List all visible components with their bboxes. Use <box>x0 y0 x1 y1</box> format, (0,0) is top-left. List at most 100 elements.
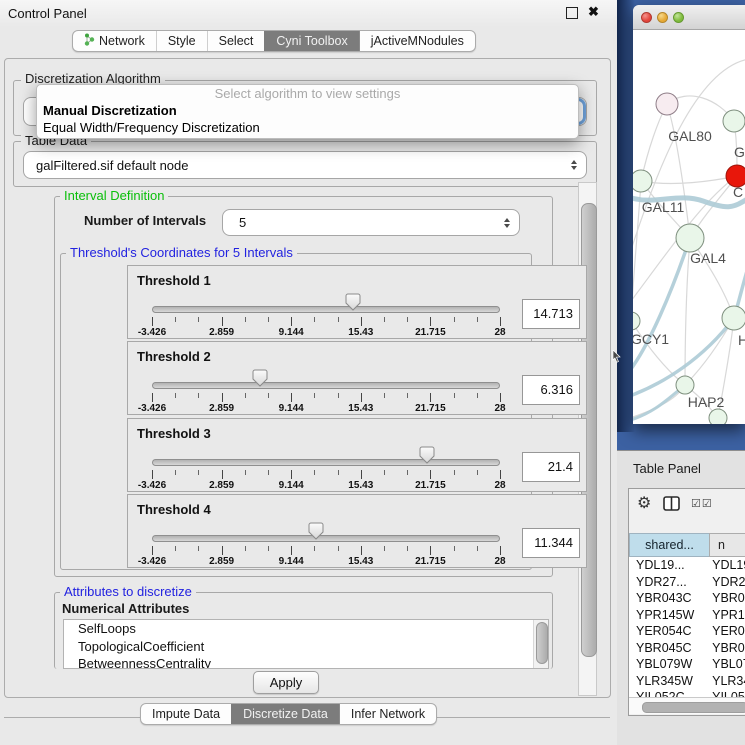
slider-tick <box>430 546 431 555</box>
zoom-traffic-light[interactable] <box>673 12 684 23</box>
attribute-list-item[interactable]: SelfLoops <box>64 620 548 638</box>
threshold-value-field[interactable]: 6.316 <box>522 375 580 405</box>
dropdown-option-equal-width-frequency[interactable]: Equal Width/Frequency Discretization <box>37 119 578 136</box>
scrollbar-thumb[interactable] <box>642 702 745 713</box>
threshold-value-field[interactable]: 14.713 <box>522 299 580 329</box>
slider-tick <box>245 470 246 475</box>
node-label: GCY1 <box>633 331 669 347</box>
slider-thumb[interactable] <box>419 446 435 464</box>
tick-label: 21.715 <box>415 556 446 567</box>
table-row[interactable]: YDR27...YDR27... <box>629 574 745 591</box>
tick-label: 28 <box>494 403 505 414</box>
table-cell: YLR345W <box>707 673 745 690</box>
network-node[interactable] <box>709 409 727 424</box>
slider-tick <box>477 393 478 398</box>
close-traffic-light[interactable] <box>641 12 652 23</box>
slider-tick <box>384 470 385 475</box>
node-label: GAL11 <box>642 199 685 215</box>
split-column-icon[interactable] <box>663 496 680 511</box>
slider-tick <box>291 546 292 555</box>
network-node[interactable] <box>722 306 745 330</box>
slider-tick <box>222 546 223 555</box>
slider-thumb[interactable] <box>345 293 361 311</box>
table-cell: YBR045C <box>707 640 745 657</box>
network-node[interactable] <box>676 376 694 394</box>
network-window-titlebar[interactable] <box>633 5 745 30</box>
slider-track[interactable] <box>152 382 500 389</box>
tick-label: 15.43 <box>348 556 373 567</box>
tick-label: 21.715 <box>415 480 446 491</box>
dropdown-option-manual-discretization[interactable]: Manual Discretization <box>37 102 578 119</box>
scrollbar-thumb[interactable] <box>536 622 548 664</box>
table-horizontal-scrollbar[interactable] <box>629 697 745 714</box>
tick-label: 2.859 <box>209 480 234 491</box>
table-row[interactable]: YER054CYER054C <box>629 623 745 640</box>
panel-title: Control Panel <box>8 6 87 21</box>
table-cell: YER054C <box>629 623 707 640</box>
slider-tick <box>268 317 269 322</box>
network-view-window[interactable]: GAL80 GA GAL11 GAL4 GCY1 H HAP2 C <box>633 5 745 424</box>
table-cell: YBL079W <box>629 656 707 673</box>
table-rows: YDL19...YDL19...YDR27...YDR27...YBR043CY… <box>629 557 745 697</box>
slider-thumb[interactable] <box>252 369 268 387</box>
slider-track[interactable] <box>152 306 500 313</box>
tab-style[interactable]: Style <box>156 31 207 51</box>
tab-jactivemnodules[interactable]: jActiveMNodules <box>359 31 475 51</box>
network-node[interactable] <box>633 170 652 192</box>
node-label: HAP2 <box>688 394 725 410</box>
float-window-icon[interactable] <box>566 7 578 19</box>
slider-thumb[interactable] <box>308 522 324 540</box>
threshold-label: Threshold 3 <box>137 426 211 441</box>
tick-label: 28 <box>494 556 505 567</box>
table-data-combo[interactable]: galFiltered.sif default node <box>23 151 587 179</box>
slider-track[interactable] <box>152 535 500 542</box>
minimize-traffic-light[interactable] <box>657 12 668 23</box>
attribute-list-item[interactable]: BetweennessCentrality <box>64 655 548 669</box>
tick-label: 9.144 <box>279 403 304 414</box>
attribute-list-item[interactable]: TopologicalCoefficient <box>64 638 548 656</box>
network-node[interactable] <box>676 224 704 252</box>
slider-tick <box>268 546 269 551</box>
column-checkbox-icons[interactable]: ☑☑ <box>691 497 713 510</box>
tab-select[interactable]: Select <box>207 31 265 51</box>
tab-discretize-data[interactable]: Discretize Data <box>231 704 339 724</box>
table-cell: YIL052C <box>707 689 745 697</box>
table-row[interactable]: YBR043CYBR043C <box>629 590 745 607</box>
gear-icon[interactable]: ⚙ <box>637 493 651 513</box>
slider-tick <box>407 393 408 398</box>
network-node[interactable] <box>633 312 640 330</box>
column-header-shared-name[interactable]: shared... <box>629 533 709 557</box>
thresholds-group-title: Threshold's Coordinates for 5 Intervals <box>66 246 297 260</box>
table-row[interactable]: YBR045CYBR045C <box>629 640 745 657</box>
table-row[interactable]: YIL052CYIL052C <box>629 689 745 697</box>
slider-tick <box>268 470 269 475</box>
network-node[interactable] <box>723 110 745 132</box>
threshold-label: Threshold 1 <box>137 273 211 288</box>
column-header-name[interactable]: n <box>709 533 745 557</box>
table-row[interactable]: YPR145WYPR145W <box>629 607 745 624</box>
table-row[interactable]: YLR345WYLR345W <box>629 673 745 690</box>
tab-label: Cyni Toolbox <box>276 34 347 48</box>
table-cell: YIL052C <box>629 689 707 697</box>
list-scrollbar[interactable] <box>533 620 548 668</box>
number-of-intervals-combo[interactable]: 5 <box>222 209 520 236</box>
table-row[interactable]: YDL19...YDL19... <box>629 557 745 574</box>
thresholds-group: Threshold 1 -3.4262.8599.14415.4321.7152… <box>60 253 532 570</box>
network-icon <box>84 33 95 49</box>
slider-tick <box>198 546 199 551</box>
tab-infer-network[interactable]: Infer Network <box>339 704 436 724</box>
apply-button[interactable]: Apply <box>253 671 319 694</box>
threshold-label: Threshold 2 <box>137 349 211 364</box>
threshold-value-field[interactable]: 21.4 <box>522 452 580 482</box>
network-node[interactable] <box>656 93 678 115</box>
slider-track[interactable] <box>152 459 500 466</box>
network-canvas[interactable]: GAL80 GA GAL11 GAL4 GCY1 H HAP2 C <box>633 29 745 424</box>
tab-cyni-toolbox[interactable]: Cyni Toolbox <box>264 31 358 51</box>
tab-network[interactable]: Network <box>73 31 156 51</box>
table-row[interactable]: YBL079WYBL079W <box>629 656 745 673</box>
threshold-value-field[interactable]: 11.344 <box>522 528 580 558</box>
close-icon[interactable]: ✖ <box>588 4 599 20</box>
numerical-attributes-list[interactable]: SelfLoopsTopologicalCoefficientBetweenne… <box>63 619 549 669</box>
interval-definition-title: Interval Definition <box>60 189 168 203</box>
tab-impute-data[interactable]: Impute Data <box>141 704 231 724</box>
